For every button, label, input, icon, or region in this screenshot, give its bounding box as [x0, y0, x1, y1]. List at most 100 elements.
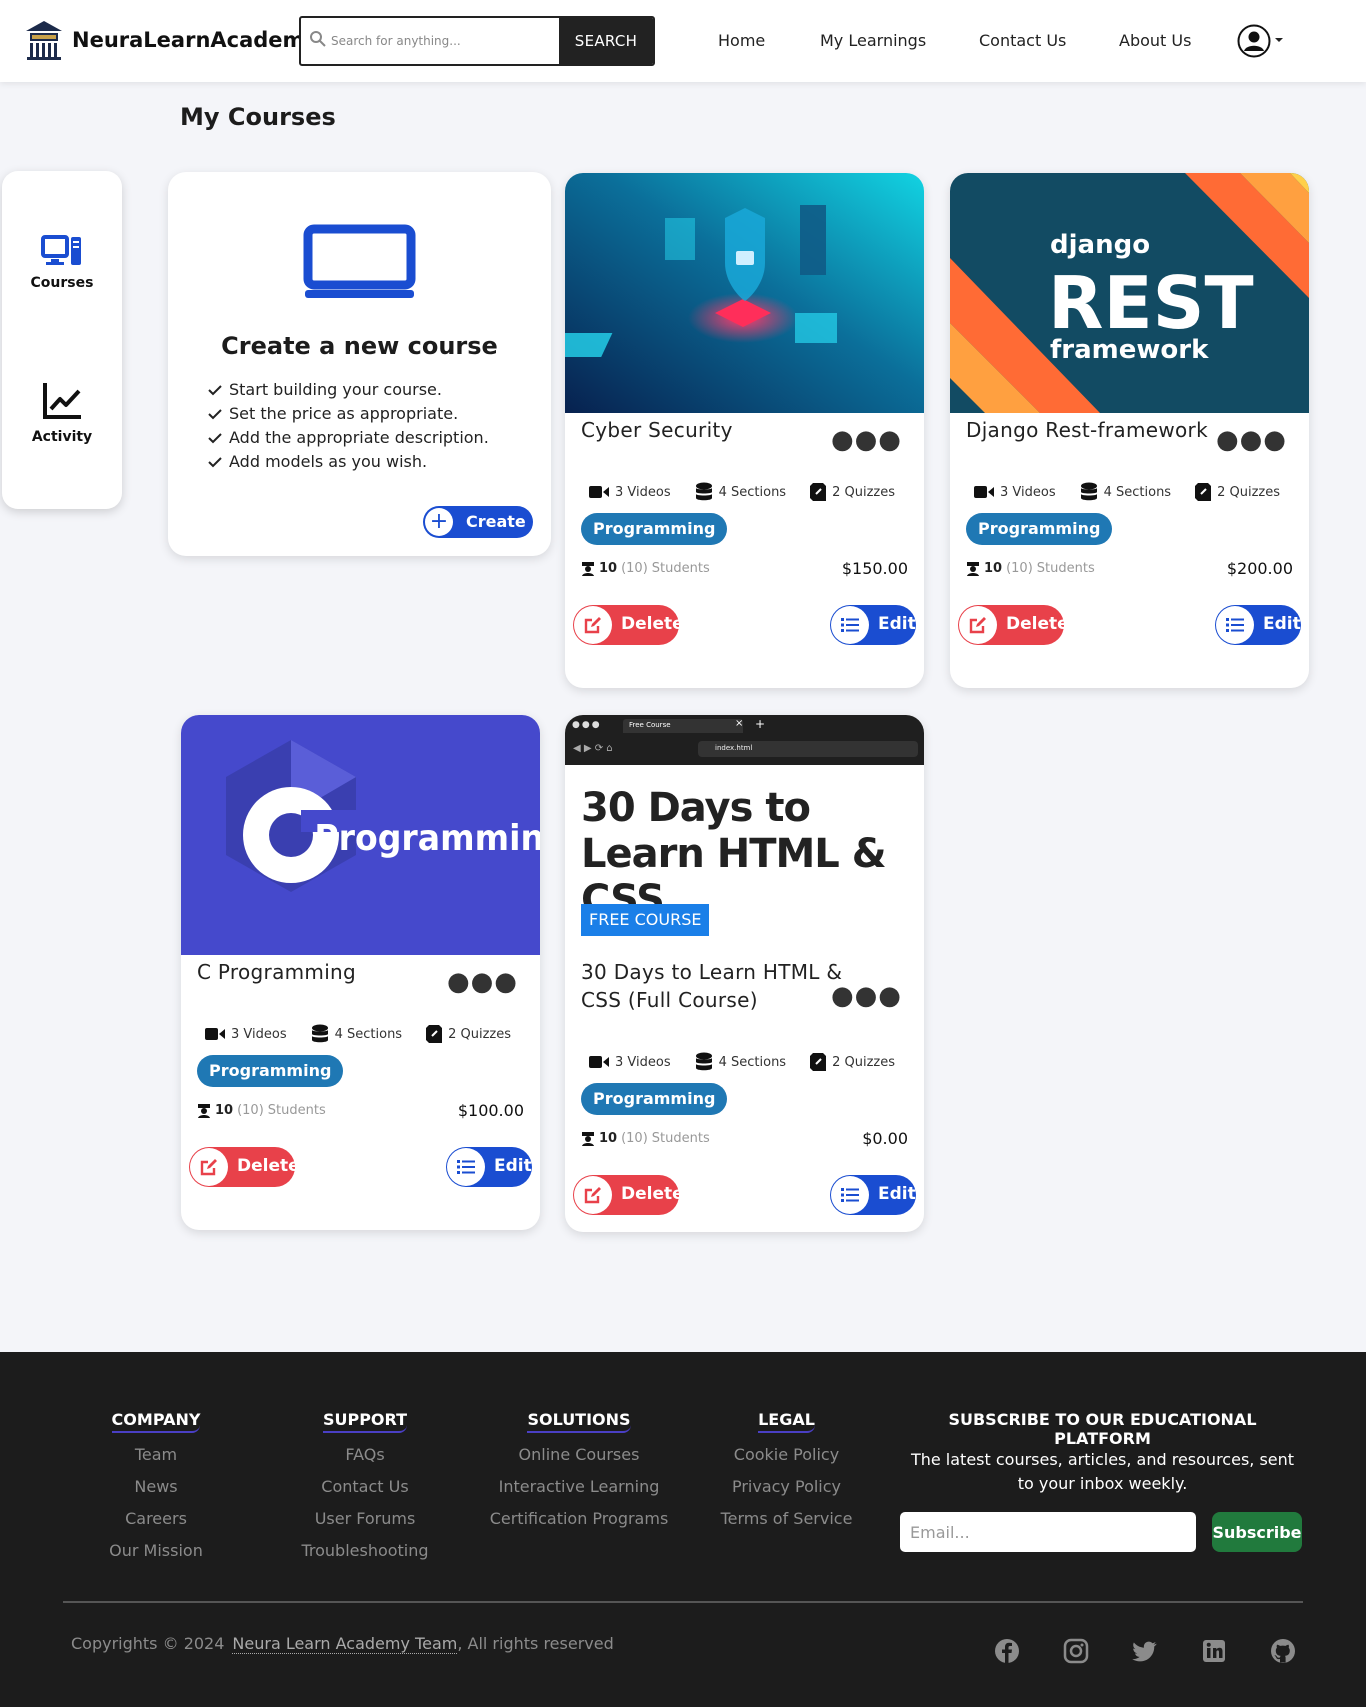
check-icon	[208, 385, 222, 396]
brand-name[interactable]: NeuraLearnAcademy	[72, 28, 318, 52]
course-thumbnail-cyber-security[interactable]	[565, 173, 924, 413]
nav-my-learnings[interactable]: My Learnings	[820, 31, 926, 50]
video-camera-icon	[974, 486, 994, 498]
course-meta: 3 Videos 4 Sections 2 Quizzes	[974, 482, 1304, 502]
chevron-down-icon[interactable]	[1275, 38, 1283, 42]
thumb-text: django	[1050, 230, 1150, 260]
create-course-button[interactable]: + Create	[423, 506, 533, 538]
footer-column-support: SUPPORT FAQs Contact Us User Forums Trou…	[300, 1410, 430, 1567]
footer-link-user-forums[interactable]: User Forums	[300, 1503, 430, 1535]
delete-button[interactable]: Delete	[189, 1147, 300, 1187]
course-thumbnail-django[interactable]: django REST framework	[950, 173, 1309, 413]
nav-contact-us[interactable]: Contact Us	[979, 31, 1066, 50]
search-button[interactable]: SEARCH	[559, 18, 653, 64]
twitter-icon[interactable]	[1132, 1638, 1158, 1664]
team-link[interactable]: Neura Learn Academy Team	[232, 1634, 458, 1654]
course-price: $200.00	[1226, 559, 1293, 578]
browser-url: index.html	[715, 744, 753, 752]
delete-button[interactable]: Delete	[958, 605, 1069, 645]
footer-heading: LEGAL	[758, 1410, 815, 1433]
sidebar-item-activity[interactable]: Activity	[2, 381, 122, 445]
nav-home[interactable]: Home	[718, 31, 765, 50]
footer-link-contact-us[interactable]: Contact Us	[300, 1471, 430, 1503]
linkedin-icon[interactable]	[1201, 1638, 1227, 1664]
footer-link-cookie-policy[interactable]: Cookie Policy	[719, 1439, 854, 1471]
edit-button[interactable]: Edit	[830, 605, 916, 645]
video-camera-icon	[589, 486, 609, 498]
plus-icon: +	[425, 508, 453, 536]
user-avatar-icon[interactable]	[1237, 24, 1271, 58]
academy-logo-icon[interactable]	[24, 19, 64, 61]
instagram-icon[interactable]	[1063, 1638, 1089, 1664]
thumb-badge: FREE COURSE	[581, 904, 710, 936]
sidebar-item-label: Activity	[31, 429, 93, 445]
course-price: $0.00	[862, 1129, 908, 1148]
edit-square-icon	[959, 606, 997, 644]
list-icon	[1216, 606, 1254, 644]
sidebar: Courses Activity	[2, 171, 122, 509]
footer-link-certification-programs[interactable]: Certification Programs	[489, 1503, 669, 1535]
course-title[interactable]: 30 Days to Learn HTML & CSS (Full Course…	[581, 958, 851, 1014]
thumb-text: 30 Days to Learn HTML & CSS	[581, 785, 887, 923]
footer-link-news[interactable]: News	[106, 1471, 206, 1503]
edit-button[interactable]: Edit	[1215, 605, 1301, 645]
footer-link-troubleshooting[interactable]: Troubleshooting	[300, 1535, 430, 1567]
create-course-title: Create a new course	[221, 332, 498, 360]
footer: COMPANY Team News Careers Our Mission SU…	[0, 1352, 1366, 1707]
facebook-icon[interactable]	[994, 1638, 1020, 1664]
footer-column-company: COMPANY Team News Careers Our Mission	[106, 1410, 206, 1567]
edit-button[interactable]: Edit	[446, 1147, 532, 1187]
course-students: 10 (10) Students	[197, 1103, 326, 1118]
list-icon	[447, 1148, 485, 1186]
footer-link-careers[interactable]: Careers	[106, 1503, 206, 1535]
more-options-icon[interactable]: ●●●	[447, 969, 518, 995]
course-category-badge[interactable]: Programming	[197, 1055, 344, 1087]
footer-link-terms-of-service[interactable]: Terms of Service	[719, 1503, 854, 1535]
course-card-html-css: ●●● Free Course × + ◀ ▶ ⟳ ⌂ index.html 3…	[565, 715, 924, 1232]
list-item: Set the price as appropriate.	[208, 402, 489, 426]
footer-link-privacy-policy[interactable]: Privacy Policy	[719, 1471, 854, 1503]
footer-link-team[interactable]: Team	[106, 1439, 206, 1471]
search-bar: SEARCH	[299, 16, 655, 66]
nav-about-us[interactable]: About Us	[1119, 31, 1191, 50]
footer-heading: COMPANY	[111, 1410, 201, 1433]
footer-link-online-courses[interactable]: Online Courses	[489, 1439, 669, 1471]
more-options-icon[interactable]: ●●●	[831, 983, 902, 1009]
edit-button[interactable]: Edit	[830, 1175, 916, 1215]
more-options-icon[interactable]: ●●●	[831, 427, 902, 453]
delete-button[interactable]: Delete	[573, 1175, 684, 1215]
graduate-icon	[582, 1131, 594, 1146]
footer-link-faqs[interactable]: FAQs	[300, 1439, 430, 1471]
course-title[interactable]: Django Rest-framework	[966, 416, 1208, 444]
check-icon	[208, 457, 222, 468]
course-card-cyber-security: Cyber Security ●●● 3 Videos 4 Sections 2…	[565, 173, 924, 688]
course-title[interactable]: C Programming	[197, 958, 356, 986]
check-icon	[208, 409, 222, 420]
video-camera-icon	[205, 1028, 225, 1040]
course-title[interactable]: Cyber Security	[581, 416, 733, 444]
course-thumbnail-c-programming[interactable]: Programming	[181, 715, 540, 955]
subscribe-button[interactable]: Subscribe	[1212, 1512, 1302, 1552]
sidebar-item-courses[interactable]: Courses	[2, 235, 122, 291]
subscribe-title: SUBSCRIBE TO OUR EDUCATIONAL PLATFORM	[948, 1410, 1257, 1448]
course-category-badge[interactable]: Programming	[966, 513, 1113, 545]
more-options-icon[interactable]: ●●●	[1216, 427, 1287, 453]
footer-link-our-mission[interactable]: Our Mission	[106, 1535, 206, 1567]
delete-button[interactable]: Delete	[573, 605, 684, 645]
course-card-c-programming: Programming C Programming ●●● 3 Videos 4…	[181, 715, 540, 1230]
course-thumbnail-html-css[interactable]: ●●● Free Course × + ◀ ▶ ⟳ ⌂ index.html 3…	[565, 715, 924, 955]
email-field[interactable]	[900, 1512, 1196, 1552]
footer-link-interactive-learning[interactable]: Interactive Learning	[489, 1471, 669, 1503]
course-price: $150.00	[841, 559, 908, 578]
course-students: 10 (10) Students	[581, 561, 710, 576]
graduate-icon	[967, 561, 979, 576]
sidebar-item-label: Courses	[30, 275, 94, 291]
course-meta: 3 Videos 4 Sections 2 Quizzes	[589, 482, 919, 502]
search-input[interactable]	[331, 18, 571, 64]
thumb-text: REST	[1048, 261, 1254, 345]
footer-column-legal: LEGAL Cookie Policy Privacy Policy Terms…	[719, 1410, 854, 1535]
course-category-badge[interactable]: Programming	[581, 513, 728, 545]
page-title: My Courses	[180, 103, 336, 131]
github-icon[interactable]	[1270, 1638, 1296, 1664]
course-category-badge[interactable]: Programming	[581, 1083, 728, 1115]
